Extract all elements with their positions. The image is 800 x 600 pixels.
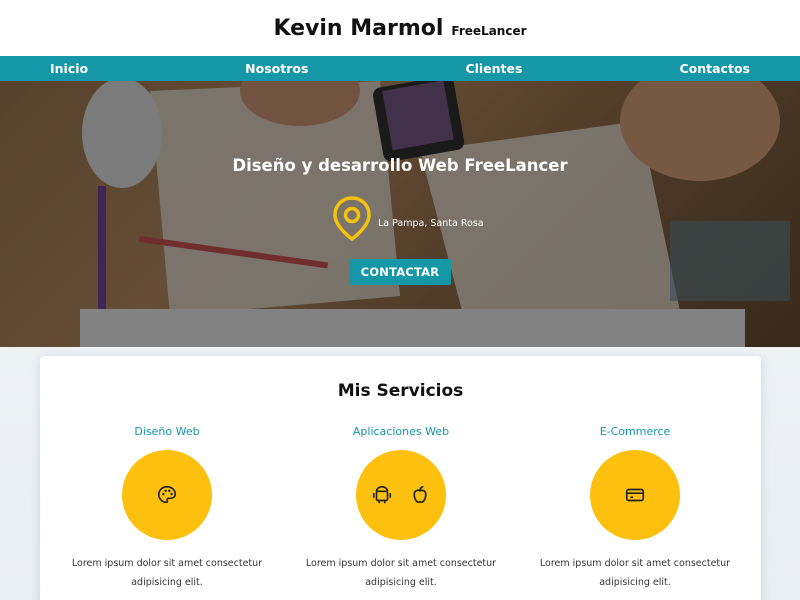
nav-item-inicio[interactable]: Inicio bbox=[50, 61, 88, 76]
service-web-design: Diseño Web Lorem ipsum dolor sit amet co… bbox=[50, 424, 284, 592]
service-ecommerce: E-Commerce Lorem ipsum dolor sit amet co… bbox=[518, 424, 752, 592]
service-description: Lorem ipsum dolor sit amet consectetur a… bbox=[305, 558, 497, 588]
site-header: Kevin Marmol FreeLancer bbox=[0, 0, 800, 56]
service-title[interactable]: Aplicaciones Web bbox=[284, 424, 518, 440]
nav-item-contactos[interactable]: Contactos bbox=[679, 61, 749, 76]
brand-name: Kevin Marmol bbox=[273, 15, 444, 41]
service-icon-circle bbox=[122, 450, 212, 540]
service-title[interactable]: E-Commerce bbox=[518, 424, 752, 440]
location: La Pampa, Santa Rosa bbox=[332, 196, 484, 241]
android-icon bbox=[372, 485, 392, 504]
nav-item-clientes[interactable]: Clientes bbox=[465, 61, 522, 76]
service-web-apps: Aplicaciones Web Lorem ipsum dolor sit a… bbox=[284, 424, 518, 592]
services-card: Mis Servicios Diseño Web Lorem ipsum dol… bbox=[40, 356, 761, 600]
palette-icon bbox=[157, 485, 177, 504]
brand-subtitle: FreeLancer bbox=[451, 23, 527, 38]
brand[interactable]: Kevin Marmol FreeLancer bbox=[273, 16, 526, 41]
service-icon-circle bbox=[590, 450, 680, 540]
nav-item-nosotros[interactable]: Nosotros bbox=[245, 61, 308, 76]
map-pin-icon bbox=[333, 196, 371, 241]
apple-icon bbox=[413, 485, 427, 504]
location-text: La Pampa, Santa Rosa bbox=[378, 218, 484, 229]
hero-title: Diseño y desarrollo Web FreeLancer bbox=[232, 156, 568, 175]
credit-card-icon bbox=[625, 488, 645, 502]
services-title: Mis Servicios bbox=[337, 381, 464, 401]
service-description: Lorem ipsum dolor sit amet consectetur a… bbox=[71, 558, 263, 588]
service-description: Lorem ipsum dolor sit amet consectetur a… bbox=[539, 558, 731, 588]
service-icon-circle bbox=[356, 450, 446, 540]
contact-button[interactable]: CONTACTAR bbox=[349, 259, 451, 285]
service-title[interactable]: Diseño Web bbox=[50, 424, 284, 440]
main-nav: Inicio Nosotros Clientes Contactos bbox=[0, 56, 800, 81]
